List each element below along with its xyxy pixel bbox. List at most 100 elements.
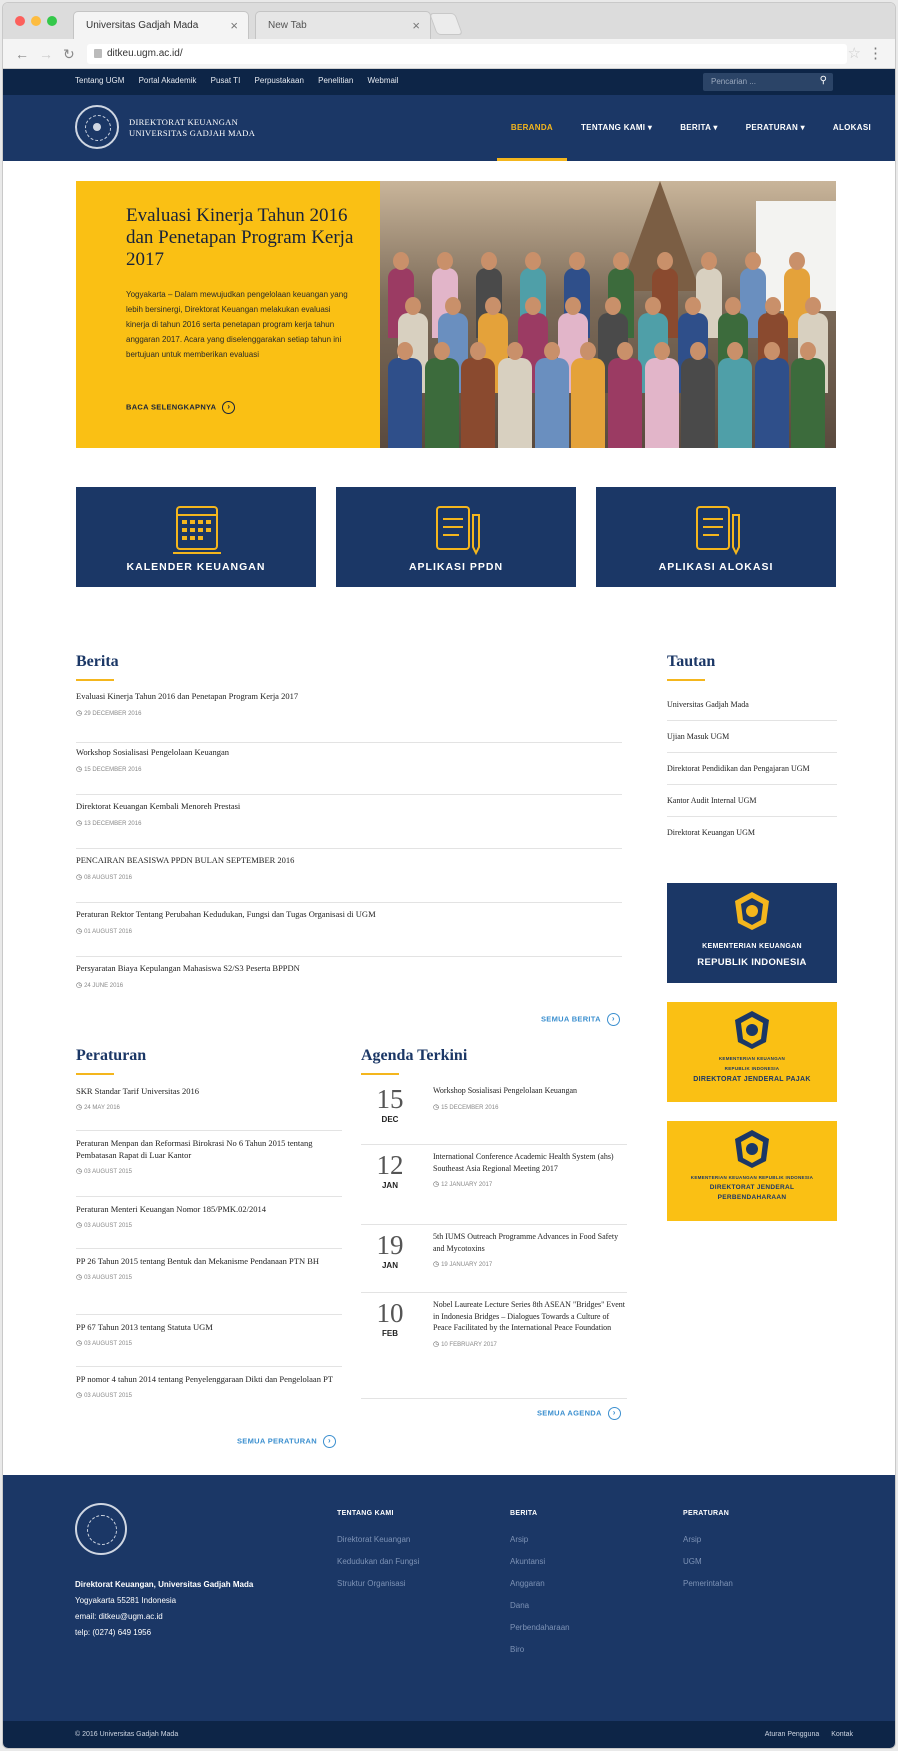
tautan-link[interactable]: Ujian Masuk UGM	[667, 721, 837, 753]
person-head	[805, 297, 821, 315]
person-head	[525, 252, 541, 270]
news-item[interactable]: Peraturan Rektor Tentang Perubahan Kedud…	[76, 909, 622, 957]
agenda-day: 12	[376, 1150, 404, 1180]
person-head	[725, 297, 741, 315]
maximize-window-icon[interactable]	[47, 16, 57, 26]
tile-aplikasi-ppdn[interactable]: APLIKASI PPDN	[336, 487, 576, 587]
tile-label: APLIKASI PPDN	[408, 561, 504, 573]
tab-bar: Universitas Gadjah Mada × New Tab ×	[3, 3, 895, 39]
utility-link[interactable]: Tentang UGM	[75, 76, 124, 85]
site-brand[interactable]: DIREKTORAT KEUANGAN UNIVERSITAS GADJAH M…	[129, 117, 255, 139]
person-head	[645, 297, 661, 315]
tautan-link[interactable]: Direktorat Pendidikan dan Pengajaran UGM	[667, 753, 837, 785]
browser-window: Universitas Gadjah Mada × New Tab × ← → …	[2, 2, 896, 1749]
tautan-link[interactable]: Direktorat Keuangan UGM	[667, 817, 837, 848]
kemenkeu-banner[interactable]: KEMENTERIAN KEUANGAN REPUBLIK INDONESIA	[667, 883, 837, 983]
close-tab-icon[interactable]: ×	[412, 18, 420, 33]
main-nav: BERANDA TENTANG KAMI ▾ BERITA ▾ PERATURA…	[496, 95, 885, 161]
footer-link[interactable]: Direktorat Keuangan	[337, 1529, 419, 1551]
footer-link[interactable]: Arsip	[683, 1529, 733, 1551]
read-more-link[interactable]: BACA SELENGKAPNYA ›	[126, 401, 236, 414]
news-item[interactable]: Evaluasi Kinerja Tahun 2016 dan Penetapa…	[76, 691, 622, 743]
all-news-link[interactable]: SEMUA BERITA ›	[541, 1013, 620, 1026]
footer-link[interactable]: Pemerintahan	[683, 1573, 733, 1595]
nav-peraturan[interactable]: PERATURAN ▾	[732, 95, 819, 161]
utility-link[interactable]: Penelitian	[318, 76, 353, 85]
close-tab-icon[interactable]: ×	[230, 18, 238, 33]
search-icon[interactable]: ⚲	[820, 75, 827, 86]
bottom-bar: © 2016 Universitas Gadjah Mada Aturan Pe…	[3, 1721, 895, 1748]
footer-link[interactable]: Arsip	[510, 1529, 570, 1551]
browser-tab-active[interactable]: Universitas Gadjah Mada ×	[73, 11, 249, 39]
djpb-banner[interactable]: KEMENTERIAN KEUANGAN REPUBLIK INDONESIA …	[667, 1121, 837, 1221]
nav-berita[interactable]: BERITA ▾	[666, 95, 732, 161]
agenda-day: 15	[376, 1084, 404, 1114]
search-input[interactable]: Pencarian ... ⚲	[703, 73, 833, 91]
footer-col-peraturan: PERATURAN Arsip UGM Pemerintahan	[683, 1503, 733, 1595]
regulation-date: 03 AUGUST 2015	[76, 1391, 342, 1399]
person-head	[437, 252, 453, 270]
all-agenda-link[interactable]: SEMUA AGENDA ›	[537, 1407, 621, 1420]
kemenkeu-emblem-icon	[735, 892, 769, 930]
agenda-month: JAN	[381, 1181, 398, 1190]
news-item[interactable]: Direktorat Keuangan Kembali Menoreh Pres…	[76, 801, 622, 849]
utility-link[interactable]: Webmail	[368, 76, 399, 85]
search-placeholder: Pencarian ...	[711, 77, 756, 86]
bookmark-star-icon[interactable]: ☆	[848, 44, 861, 62]
nav-tentang-kami[interactable]: TENTANG KAMI ▾	[567, 95, 666, 161]
bottom-link-kontak[interactable]: Kontak	[831, 1731, 853, 1738]
url-input[interactable]: ditkeu.ugm.ac.id/	[87, 44, 847, 64]
all-regulations-link[interactable]: SEMUA PERATURAN ›	[237, 1435, 336, 1448]
agenda-item[interactable]: 15 DEC Workshop Sosialisasi Pengelolaan …	[361, 1085, 627, 1145]
reload-icon[interactable]: ↻	[63, 46, 75, 63]
person-head	[405, 297, 421, 315]
browser-menu-icon[interactable]: ⋮	[868, 44, 883, 62]
agenda-item[interactable]: 10 FEB Nobel Laureate Lecture Series 8th…	[361, 1299, 627, 1399]
agenda-item[interactable]: 19 JAN 5th IUMS Outreach Programme Advan…	[361, 1231, 627, 1293]
news-title: Direktorat Keuangan Kembali Menoreh Pres…	[76, 801, 241, 811]
regulation-item[interactable]: Peraturan Menteri Keuangan Nomor 185/PMK…	[76, 1203, 342, 1249]
tautan-link[interactable]: Kantor Audit Internal UGM	[667, 785, 837, 817]
utility-link[interactable]: Perpustakaan	[255, 76, 304, 85]
hero-title[interactable]: Evaluasi Kinerja Tahun 2016 dan Penetapa…	[126, 205, 366, 271]
agenda-day: 10	[376, 1298, 404, 1328]
footer-ugm-logo	[75, 1503, 127, 1555]
tile-kalender-keuangan[interactable]: KALENDER KEUANGAN	[76, 487, 316, 587]
news-item[interactable]: Persyaratan Biaya Kepulangan Mahasiswa S…	[76, 963, 622, 1011]
regulation-item[interactable]: SKR Standar Tarif Universitas 2016 24 MAY…	[76, 1085, 342, 1131]
footer-link[interactable]: Dana	[510, 1595, 570, 1617]
footer-link[interactable]: Struktur Organisasi	[337, 1573, 419, 1595]
footer-link[interactable]: Perbendaharaan	[510, 1617, 570, 1639]
person-head	[569, 252, 585, 270]
utility-link[interactable]: Portal Akademik	[139, 76, 197, 85]
bottom-link-aturan[interactable]: Aturan Pengguna	[765, 1731, 820, 1738]
footer-link[interactable]: Biro	[510, 1639, 570, 1661]
nav-alokasi[interactable]: ALOKASI	[819, 95, 885, 161]
close-window-icon[interactable]	[15, 16, 25, 26]
back-icon[interactable]: ←	[15, 46, 29, 62]
regulation-item[interactable]: PP nomor 4 tahun 2014 tentang Penyelengg…	[76, 1373, 342, 1431]
footer-link[interactable]: Anggaran	[510, 1573, 570, 1595]
person-head	[745, 252, 761, 270]
footer-link[interactable]: UGM	[683, 1551, 733, 1573]
browser-tab-new[interactable]: New Tab ×	[255, 11, 431, 39]
minimize-window-icon[interactable]	[31, 16, 41, 26]
regulation-item[interactable]: PP 26 Tahun 2015 tentang Bentuk dan Meka…	[76, 1255, 342, 1315]
nav-beranda[interactable]: BERANDA	[496, 95, 567, 161]
kemenkeu-emblem-icon	[735, 1011, 769, 1049]
agenda-item[interactable]: 12 JAN International Conference Academic…	[361, 1151, 627, 1225]
new-tab-button[interactable]	[428, 13, 464, 35]
footer-link[interactable]: Akuntansi	[510, 1551, 570, 1573]
regulation-item[interactable]: Peraturan Menpan dan Reformasi Birokrasi…	[76, 1137, 342, 1197]
news-item[interactable]: PENCAIRAN BEASISWA PPDN BULAN SEPTEMBER …	[76, 855, 622, 903]
footer-link[interactable]: Kedudukan dan Fungsi	[337, 1551, 419, 1573]
ugm-logo[interactable]	[75, 105, 119, 149]
forward-icon[interactable]: →	[39, 46, 53, 62]
news-item[interactable]: Workshop Sosialisasi Pengelolaan Keuanga…	[76, 747, 622, 795]
tautan-link[interactable]: Universitas Gadjah Mada	[667, 689, 837, 721]
footer-email[interactable]: email: ditkeu@ugm.ac.id	[75, 1609, 253, 1625]
djp-banner[interactable]: KEMENTERIAN KEUANGAN REPUBLIK INDONESIA …	[667, 1002, 837, 1102]
utility-link[interactable]: Pusat TI	[211, 76, 241, 85]
regulation-item[interactable]: PP 67 Tahun 2013 tentang Statuta UGM 03 A…	[76, 1321, 342, 1367]
tile-aplikasi-alokasi[interactable]: APLIKASI ALOKASI	[596, 487, 836, 587]
